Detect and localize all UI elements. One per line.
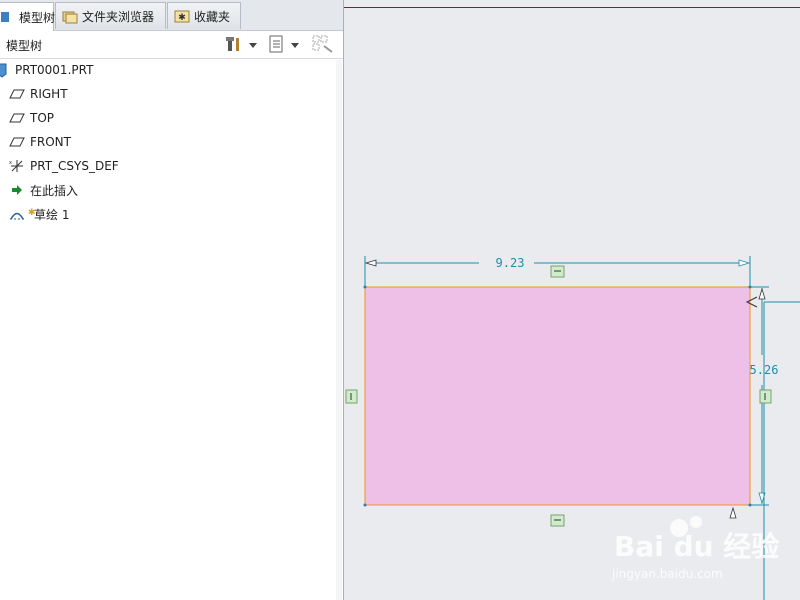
panel-title: 模型树: [6, 39, 43, 53]
insert-here-arrow-icon: [9, 182, 25, 198]
watermark-url: jingyan.baidu.com: [611, 567, 723, 581]
tree-item-label: RIGHT: [30, 87, 68, 101]
datum-plane-icon: [9, 134, 25, 150]
favorites-icon: ✱: [174, 8, 190, 24]
datum-plane-icon: [9, 110, 25, 126]
baidu-jingyan-watermark: Bai du 经验 jingyan.baidu.com: [611, 516, 779, 581]
tree-item-label: TOP: [30, 111, 55, 125]
chevron-down-icon: [249, 42, 257, 48]
part-icon: [0, 62, 10, 78]
tree-scrollbar[interactable]: [336, 60, 342, 600]
datum-plane-icon: [9, 86, 25, 102]
horizontal-constraint-icon[interactable]: [550, 514, 565, 527]
tab-label: 模型树: [19, 10, 56, 25]
tab-label: 收藏夹: [194, 9, 231, 24]
folder-browser-icon: [62, 8, 78, 24]
tree-item-csys[interactable]: x PRT_CSYS_DEF: [9, 156, 119, 176]
tree-item-insert-here[interactable]: 在此插入: [9, 180, 78, 200]
sketch-canvas[interactable]: 9.23 5.26 Bai du 经验 jingyan.baidu.com: [344, 0, 800, 600]
horizontal-constraint-icon[interactable]: [550, 265, 565, 278]
tree-item-label: FRONT: [30, 135, 71, 149]
chevron-down-icon: [291, 42, 299, 48]
svg-text:✱: ✱: [178, 13, 186, 23]
model-tree-toolbar: 模型树: [0, 31, 343, 59]
tree-item-label: PRT_CSYS_DEF: [30, 159, 119, 173]
filter-button[interactable]: [312, 35, 334, 55]
tools-icon: [225, 35, 243, 56]
tree-item-label: 在此插入: [30, 183, 79, 198]
settings-button[interactable]: [225, 35, 257, 55]
reference-arrow-icon: [729, 506, 737, 519]
tree-item-top[interactable]: TOP: [9, 108, 54, 128]
tab-folder-browser[interactable]: 文件夹浏览器: [55, 2, 166, 29]
model-tree-icon: [0, 9, 15, 25]
show-button[interactable]: [267, 35, 299, 55]
tree-item-right[interactable]: RIGHT: [9, 84, 68, 104]
tree-root-part[interactable]: PRT0001.PRT: [0, 60, 93, 80]
tab-model-tree[interactable]: 模型树: [0, 2, 56, 31]
tab-favorites[interactable]: ✱ 收藏夹: [167, 2, 241, 29]
svg-text:✱: ✱: [28, 208, 36, 218]
model-tree-panel: 模型树 文件夹浏览器 ✱ 收藏夹 模型树 PRT0001.PRT RIGHT T…: [0, 0, 344, 600]
csys-icon: x: [9, 158, 25, 174]
tree-item-sketch[interactable]: ✱ 草绘 1: [9, 204, 69, 224]
svg-text:x: x: [9, 160, 12, 166]
vertical-constraint-icon[interactable]: [759, 389, 772, 404]
navigator-tabs: 模型树 文件夹浏览器 ✱ 收藏夹: [0, 0, 343, 31]
tree-item-front[interactable]: FRONT: [9, 132, 71, 152]
watermark-logo: Bai du 经验: [614, 530, 779, 563]
filter-icon: [312, 34, 334, 57]
tree-item-label: PRT0001.PRT: [15, 63, 94, 77]
vertical-constraint-icon[interactable]: [345, 389, 358, 404]
list-icon: [267, 35, 285, 56]
sketch-rectangle[interactable]: [364, 286, 751, 506]
sketch-icon: ✱: [9, 206, 37, 222]
rect-vertex[interactable]: [363, 503, 367, 507]
width-dimension-value: 9.23: [496, 256, 525, 270]
tree-item-label: 草绘 1: [34, 207, 70, 222]
tab-label: 文件夹浏览器: [82, 9, 155, 24]
